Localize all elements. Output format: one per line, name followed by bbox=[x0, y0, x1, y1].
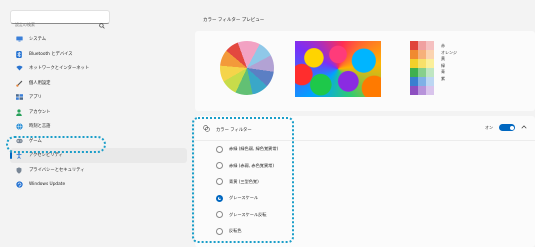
update-icon bbox=[16, 181, 23, 188]
color-wheel-preview bbox=[220, 41, 274, 95]
sidebar-item-label: アクセシビリティ bbox=[29, 153, 63, 159]
swatch-row bbox=[410, 59, 434, 68]
sidebar-item-label: プライバシーとセキュリティ bbox=[29, 167, 85, 173]
color-filter-toggle[interactable] bbox=[499, 124, 515, 131]
swatch-cell bbox=[418, 50, 426, 59]
color-swatches bbox=[410, 41, 434, 95]
swatch-cell bbox=[410, 86, 418, 95]
settings-nav: システム Bluetooth とデバイス ネットワークとインターネット 個人用設… bbox=[10, 32, 187, 192]
sidebar-item-label: ネットワークとインターネット bbox=[29, 66, 90, 72]
swatch-cell bbox=[418, 41, 426, 50]
swatch-cell bbox=[418, 59, 426, 68]
swatch-row bbox=[410, 68, 434, 77]
swatch-cell bbox=[426, 86, 434, 95]
search-box[interactable] bbox=[10, 10, 110, 31]
sidebar-item-windows-update[interactable]: Windows Update bbox=[10, 177, 187, 192]
sidebar-item-privacy[interactable]: プライバシーとセキュリティ bbox=[10, 163, 187, 178]
sidebar-item-label: 個人用設定 bbox=[29, 80, 51, 86]
sidebar-item-accounts[interactable]: アカウント bbox=[10, 105, 187, 120]
swatch-cell bbox=[426, 41, 434, 50]
settings-sidebar: システム Bluetooth とデバイス ネットワークとインターネット 個人用設… bbox=[0, 0, 195, 247]
chevron-up-icon[interactable] bbox=[521, 125, 527, 130]
umbrellas-photo-preview bbox=[295, 41, 381, 97]
swatch-cell bbox=[426, 50, 434, 59]
preview-card: 赤 オレンジ 黄 緑 青 紫 bbox=[195, 31, 535, 111]
swatch-cell bbox=[410, 50, 418, 59]
bluetooth-icon bbox=[16, 50, 22, 58]
sidebar-item-label: アカウント bbox=[29, 109, 51, 115]
globe-icon bbox=[16, 123, 23, 131]
sidebar-item-label: 時刻と言語 bbox=[29, 124, 51, 130]
brush-icon bbox=[16, 80, 23, 87]
swatch-label-purple: 紫 bbox=[441, 75, 445, 81]
sidebar-item-time-language[interactable]: 時刻と言語 bbox=[10, 119, 187, 134]
sidebar-item-apps[interactable]: アプリ bbox=[10, 90, 187, 105]
swatch-row bbox=[410, 86, 434, 95]
swatch-row bbox=[410, 41, 434, 50]
apps-icon bbox=[16, 94, 23, 101]
swatch-labels: 赤 オレンジ 黄 緑 青 紫 bbox=[441, 43, 457, 83]
search-input[interactable] bbox=[11, 18, 109, 31]
monitor-icon bbox=[16, 36, 23, 42]
swatch-cell bbox=[410, 77, 418, 86]
sidebar-item-label: Windows Update bbox=[29, 181, 66, 187]
swatch-cell bbox=[426, 68, 434, 77]
swatch-label-red: 赤 bbox=[441, 43, 445, 48]
sidebar-item-system[interactable]: システム bbox=[10, 32, 187, 47]
shield-icon bbox=[16, 167, 22, 174]
preview-title: カラー フィルター プレビュー bbox=[203, 18, 265, 23]
sidebar-item-personalization[interactable]: 個人用設定 bbox=[10, 76, 187, 91]
person-icon bbox=[16, 109, 22, 116]
sidebar-item-network[interactable]: ネットワークとインターネット bbox=[10, 61, 187, 76]
sidebar-item-label: システム bbox=[29, 37, 47, 43]
accessibility-icon bbox=[16, 152, 22, 160]
swatch-cell bbox=[418, 77, 426, 86]
swatch-cell bbox=[426, 59, 434, 68]
wifi-icon bbox=[16, 65, 23, 71]
swatch-row bbox=[410, 77, 434, 86]
swatch-cell bbox=[418, 68, 426, 77]
highlight-accessibility bbox=[6, 136, 106, 153]
search-icon[interactable] bbox=[99, 14, 105, 33]
swatch-cell bbox=[426, 77, 434, 86]
highlight-filter-options bbox=[192, 117, 294, 243]
swatch-label-blue: 青 bbox=[441, 69, 445, 75]
sidebar-item-label: Bluetooth とデバイス bbox=[29, 51, 73, 57]
swatch-cell bbox=[410, 68, 418, 77]
toggle-state-label: オン bbox=[485, 124, 493, 130]
swatch-label-yellow: 黄 bbox=[441, 56, 445, 62]
swatch-cell bbox=[418, 86, 426, 95]
sidebar-item-bluetooth[interactable]: Bluetooth とデバイス bbox=[10, 47, 187, 62]
sidebar-item-label: アプリ bbox=[29, 95, 42, 101]
swatch-row bbox=[410, 50, 434, 59]
swatch-cell bbox=[410, 59, 418, 68]
swatch-cell bbox=[410, 41, 418, 50]
color-filter-toggle-area: オン bbox=[485, 124, 527, 131]
